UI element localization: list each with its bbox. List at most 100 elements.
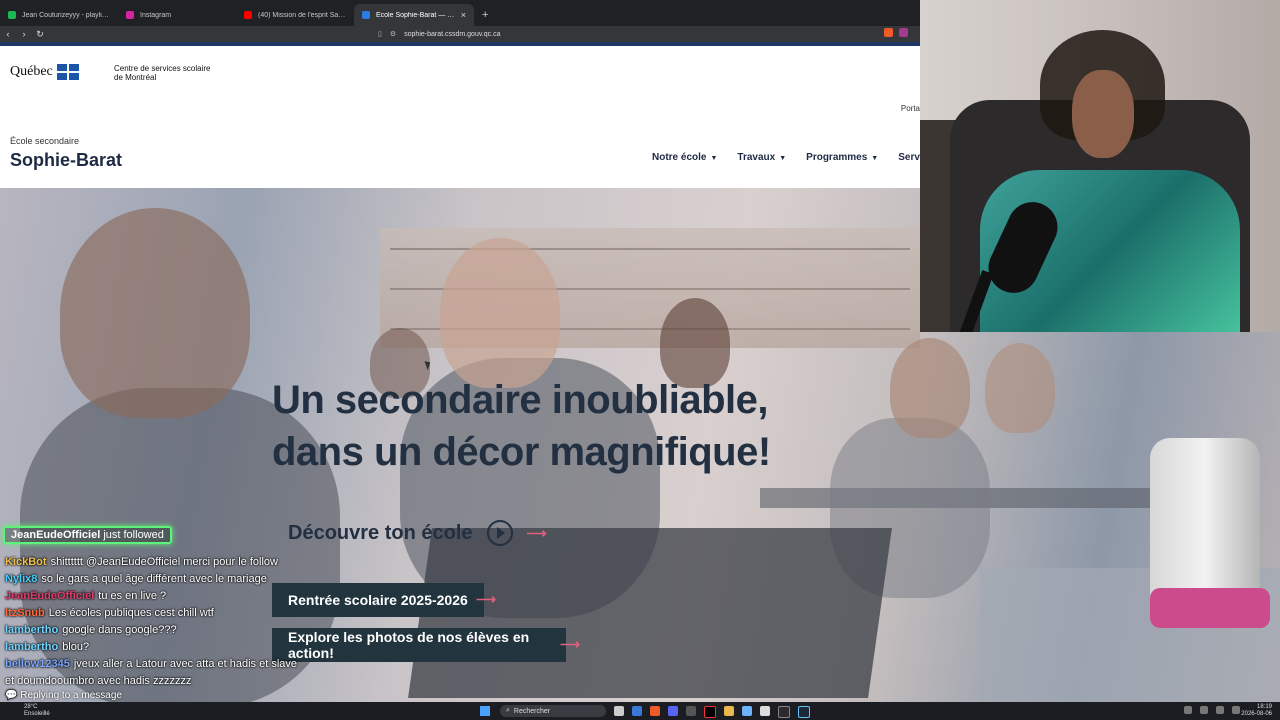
nav-notre-ecole[interactable]: Notre école ▼	[652, 152, 717, 163]
taskbar-search[interactable]: ⌕ Rechercher	[500, 705, 606, 717]
tab-title: École Sophie-Barat — École secondaire	[376, 11, 455, 19]
discord-icon[interactable]	[668, 706, 678, 716]
calculator-icon[interactable]	[686, 706, 696, 716]
weather-widget[interactable]: 28°C Ensoleillé	[24, 704, 50, 718]
address-bar: ‹ › ↻ ▯ ⚙ sophie-barat.cssdm.gouv.qc.ca	[0, 26, 920, 42]
school-name[interactable]: Sophie-Barat	[10, 150, 122, 171]
caret-down-icon: ▼	[710, 155, 718, 162]
tray-chevron-icon[interactable]	[1184, 706, 1192, 714]
steam-icon[interactable]	[798, 706, 810, 718]
tab-title: Instagram	[140, 11, 172, 19]
instagram-icon	[126, 11, 134, 19]
network-icon[interactable]	[1200, 706, 1208, 714]
new-tab-button[interactable]: +	[474, 4, 496, 26]
discover-link[interactable]: Découvre ton école ⟶	[288, 520, 547, 546]
arrow-right-icon: ⟶	[526, 524, 547, 541]
extensions	[884, 28, 908, 37]
chat-username: ItzSnub	[5, 607, 45, 619]
css-name: Centre de services scolaire de Montréal	[114, 64, 234, 82]
windows-start-icon[interactable]	[480, 706, 490, 716]
brave-rewards-icon[interactable]	[899, 28, 908, 37]
taskbar-apps	[614, 706, 810, 718]
tiktok-icon[interactable]	[704, 706, 716, 718]
tab-instagram[interactable]: Instagram	[118, 4, 236, 26]
student-image	[890, 338, 970, 438]
search-label: Rechercher	[513, 707, 551, 715]
quebec-logo[interactable]: Québec	[10, 64, 79, 80]
clock-time: 18:19	[1256, 704, 1272, 710]
brave-icon[interactable]	[650, 706, 660, 716]
taskbar-clock[interactable]: 18:19 2026-08-06	[1241, 704, 1272, 718]
chat-message: ItzSnub Les écoles publiques cest chill w…	[5, 605, 305, 622]
weather-temp: 28°C	[24, 704, 38, 710]
arrow-right-icon: ⟶	[476, 591, 497, 607]
student-image	[440, 238, 560, 388]
file-explorer-icon[interactable]	[632, 706, 642, 716]
volume-icon[interactable]	[1216, 706, 1224, 714]
main-nav: Notre école▼ Travaux▼ Programmes▼ Servi	[652, 152, 920, 163]
youtube-icon	[244, 11, 252, 19]
task-view-icon[interactable]	[614, 706, 624, 716]
student-image	[985, 343, 1055, 433]
photos-button[interactable]: Explore les photos de nos élèves en acti…	[272, 628, 566, 662]
nav-services[interactable]: Servi	[898, 152, 920, 163]
discover-label: Découvre ton école	[288, 521, 473, 544]
headline-line2: dans un décor magnifique!	[272, 430, 771, 474]
chat-text: blou?	[62, 641, 90, 653]
tab-sophie-barat[interactable]: École Sophie-Barat — École secondaire ×	[354, 4, 474, 26]
site-info-icon[interactable]: ⚙	[390, 30, 396, 38]
chat-username: bellow12345	[5, 658, 70, 670]
chat-username: lambertho	[5, 624, 59, 636]
nav-travaux[interactable]: Travaux ▼	[737, 152, 786, 163]
clock-date: 2026-08-06	[1241, 711, 1272, 717]
chat-username: lambertho	[5, 641, 59, 653]
chat-message: bellow12345 jveux aller a Latour avec att…	[5, 656, 305, 690]
brave-shield-icon[interactable]	[884, 28, 893, 37]
chat-message: Nylix8 so le gars a quel âge différent av…	[5, 571, 305, 588]
url-field[interactable]: ▯ ⚙ sophie-barat.cssdm.gouv.qc.ca	[378, 30, 501, 39]
folder-icon[interactable]	[724, 706, 734, 716]
bookmark-icon[interactable]: ▯	[378, 30, 382, 38]
obs-icon[interactable]	[778, 706, 790, 718]
windows-taskbar: 28°C Ensoleillé ⌕ Rechercher 18:19 2026-…	[0, 702, 1280, 720]
chat-message: lambertho google dans google???	[5, 622, 305, 639]
search-icon: ⌕	[506, 707, 510, 714]
tab-youtube[interactable]: (40) Mission de l'esprit Saint, Québec	[236, 4, 354, 26]
css-name-line1: Centre de services scolaire	[114, 64, 211, 73]
headline-line1: Un secondaire inoubliable,	[272, 378, 768, 422]
css-name-line2: de Montréal	[114, 73, 157, 82]
chat-text: so le gars a quel âge différent avec le …	[41, 573, 267, 585]
student-image	[60, 208, 250, 418]
play-icon[interactable]	[486, 520, 513, 546]
weather-desc: Ensoleillé	[24, 711, 50, 717]
arrow-right-icon: ⟶	[560, 636, 581, 652]
reply-indicator: 💬 Replying to a message	[5, 690, 122, 701]
photos-icon[interactable]	[760, 706, 770, 716]
chat-username: KickBot	[5, 556, 47, 568]
back-icon[interactable]: ‹	[0, 29, 16, 39]
nav-label: Servi	[898, 152, 920, 163]
chat-text: shitttttt @JeanEudeOfficiel merci pour l…	[50, 556, 278, 568]
chat-username: Nylix8	[5, 573, 38, 585]
url-text: sophie-barat.cssdm.gouv.qc.ca	[404, 30, 501, 38]
nav-programmes[interactable]: Programmes ▼	[806, 152, 878, 163]
nav-label: Travaux	[737, 152, 776, 163]
streamer-face-image	[1072, 70, 1134, 158]
notepad-icon[interactable]	[742, 706, 752, 716]
reply-icon: 💬	[5, 690, 18, 701]
reply-text: Replying to a message	[20, 690, 122, 701]
reload-icon[interactable]: ↻	[32, 29, 48, 40]
chat-text: tu es en live ?	[98, 590, 167, 602]
portal-link[interactable]: Porta	[901, 104, 920, 113]
hero-headline: Un secondaire inoubliable, dans un décor…	[272, 374, 771, 478]
battery-icon[interactable]	[1232, 706, 1240, 714]
browser-tab-bar: Jean Couturizeyyy - playlist by vieso In…	[0, 0, 920, 26]
forward-icon[interactable]: ›	[16, 29, 32, 39]
chat-username: JeanEudeOfficiel	[5, 590, 95, 602]
close-tab-icon[interactable]: ×	[461, 10, 466, 20]
tab-spotify[interactable]: Jean Couturizeyyy - playlist by vieso	[0, 4, 118, 26]
spotify-icon	[8, 11, 16, 19]
tab-title: Jean Couturizeyyy - playlist by vieso	[22, 11, 110, 19]
chat-message: KickBot shitttttt @JeanEudeOfficiel merci…	[5, 554, 305, 571]
chat-message: lambertho blou?	[5, 639, 305, 656]
